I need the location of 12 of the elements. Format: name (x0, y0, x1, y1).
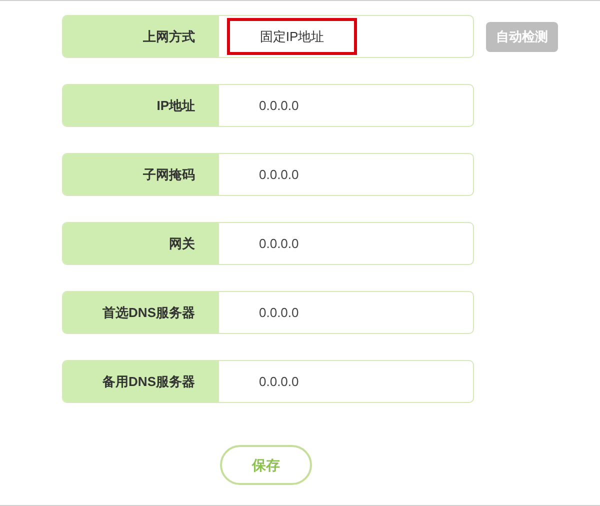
value-field[interactable]: 0.0.0.0 (259, 372, 299, 392)
field-label: 首选DNS服务器 (63, 292, 219, 333)
value-field[interactable]: 0.0.0.0 (259, 234, 299, 254)
value-field[interactable]: 0.0.0.0 (259, 302, 299, 322)
field-label: 网关 (63, 223, 219, 264)
field-label: IP地址 (63, 85, 219, 126)
value-field[interactable]: 0.0.0.0 (259, 164, 299, 184)
value-field[interactable]: 0.0.0.0 (259, 96, 299, 116)
connection-type-select[interactable]: 固定IP地址 (227, 18, 357, 55)
field-label: 备用DNS服务器 (63, 361, 219, 402)
field-label: 子网掩码 (63, 154, 219, 195)
field-label: 上网方式 (63, 16, 219, 57)
